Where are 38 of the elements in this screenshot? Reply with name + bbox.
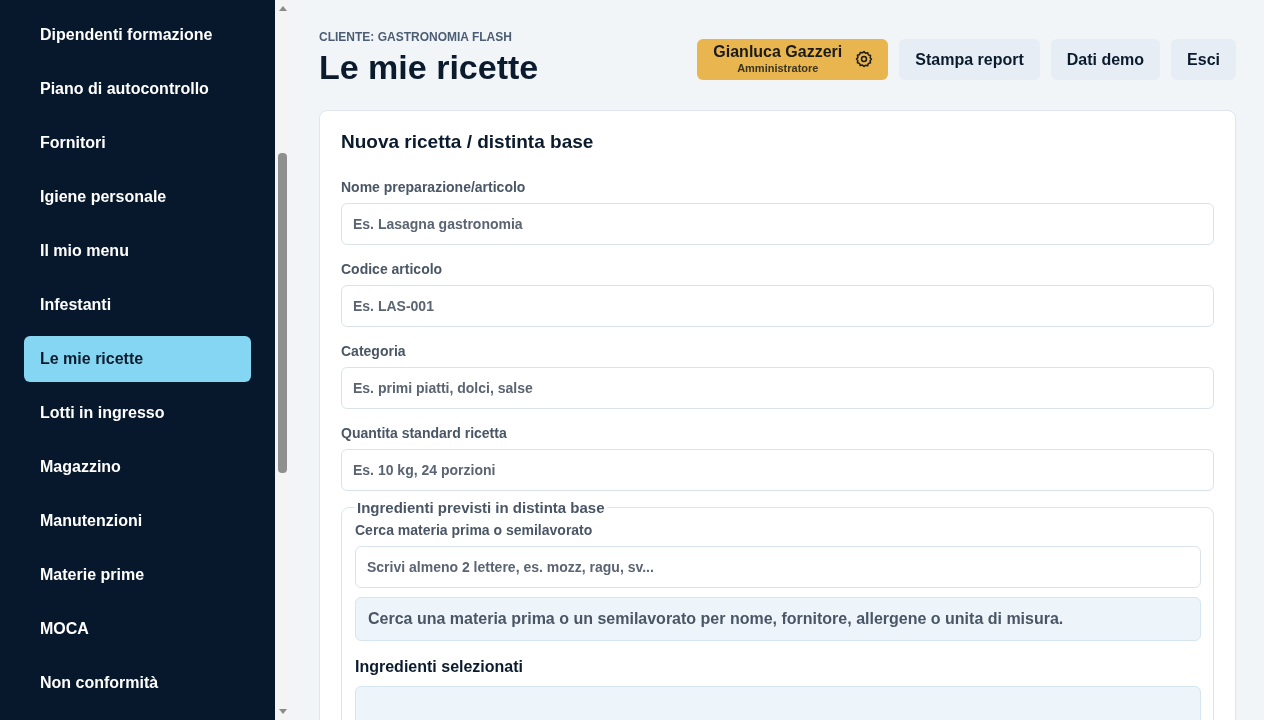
sidebar-item[interactable]: Il mio menu (24, 228, 251, 274)
sidebar-item[interactable]: Dipendenti formazione (24, 12, 251, 58)
sidebar-item[interactable]: Materie prime (24, 552, 251, 598)
input-field[interactable]: Es. LAS-001 (341, 285, 1214, 327)
field-label: Nome preparazione/articolo (341, 179, 527, 195)
scrollbar-thumb[interactable] (278, 153, 287, 473)
form-title: Nuova ricetta / distinta base (341, 131, 595, 153)
sidebar-item[interactable]: MOCA (24, 606, 251, 652)
settings-icon (855, 50, 874, 68)
client-label: CLIENTE: GASTRONOMIA FLASH (319, 30, 513, 44)
hint-message: Cerca una materia prima o un semilavorato per nome, fornitore, allergene o unita di misura. (355, 597, 1201, 641)
scrollbar[interactable] (275, 0, 290, 720)
field-label: Quantita standard ricetta (341, 425, 508, 441)
sidebar-item[interactable]: Manutenzioni (24, 498, 251, 544)
field-label: Categoria (341, 343, 407, 359)
header-button[interactable]: Esci (1171, 39, 1236, 80)
ingredients-legend: Ingredienti previsti in distinta base (355, 499, 607, 516)
sidebar-item[interactable]: Piano di autocontrollo (24, 66, 251, 112)
field-label: Codice articolo (341, 261, 444, 277)
header-button[interactable]: Stampa report (899, 39, 1040, 80)
sidebar-item[interactable]: Le mie ricette (24, 336, 251, 382)
input-field[interactable]: Es. Lasagna gastronomia (341, 203, 1214, 245)
sidebar-item[interactable]: Infestanti (24, 282, 251, 328)
page-title: Le mie ricette (319, 48, 539, 87)
sidebar-item[interactable]: Non conformità (24, 660, 251, 706)
sidebar-item[interactable]: Igiene personale (24, 174, 251, 220)
selected-ingredients-title: Ingredienti selezionati (355, 658, 525, 676)
field-label: Cerca materia prima o semilavorato (355, 522, 594, 538)
scroll-down-icon[interactable] (277, 708, 288, 716)
input-field[interactable]: Es. primi piatti, dolci, salse (341, 367, 1214, 409)
sidebar-item[interactable]: Fornitori (24, 120, 251, 166)
input-field[interactable]: Es. 10 kg, 24 porzioni (341, 449, 1214, 491)
sidebar-item[interactable]: Lotti in ingresso (24, 390, 251, 436)
header-button[interactable]: Dati demo (1050, 39, 1161, 80)
scroll-up-icon[interactable] (277, 4, 288, 12)
search-field[interactable]: Scrivi almeno 2 lettere, es. mozz, ragu, sv... (355, 546, 1201, 588)
sidebar-item[interactable]: Magazzino (24, 444, 251, 490)
user-button[interactable]: Gianluca Gazzeri Amministratore (697, 39, 889, 80)
